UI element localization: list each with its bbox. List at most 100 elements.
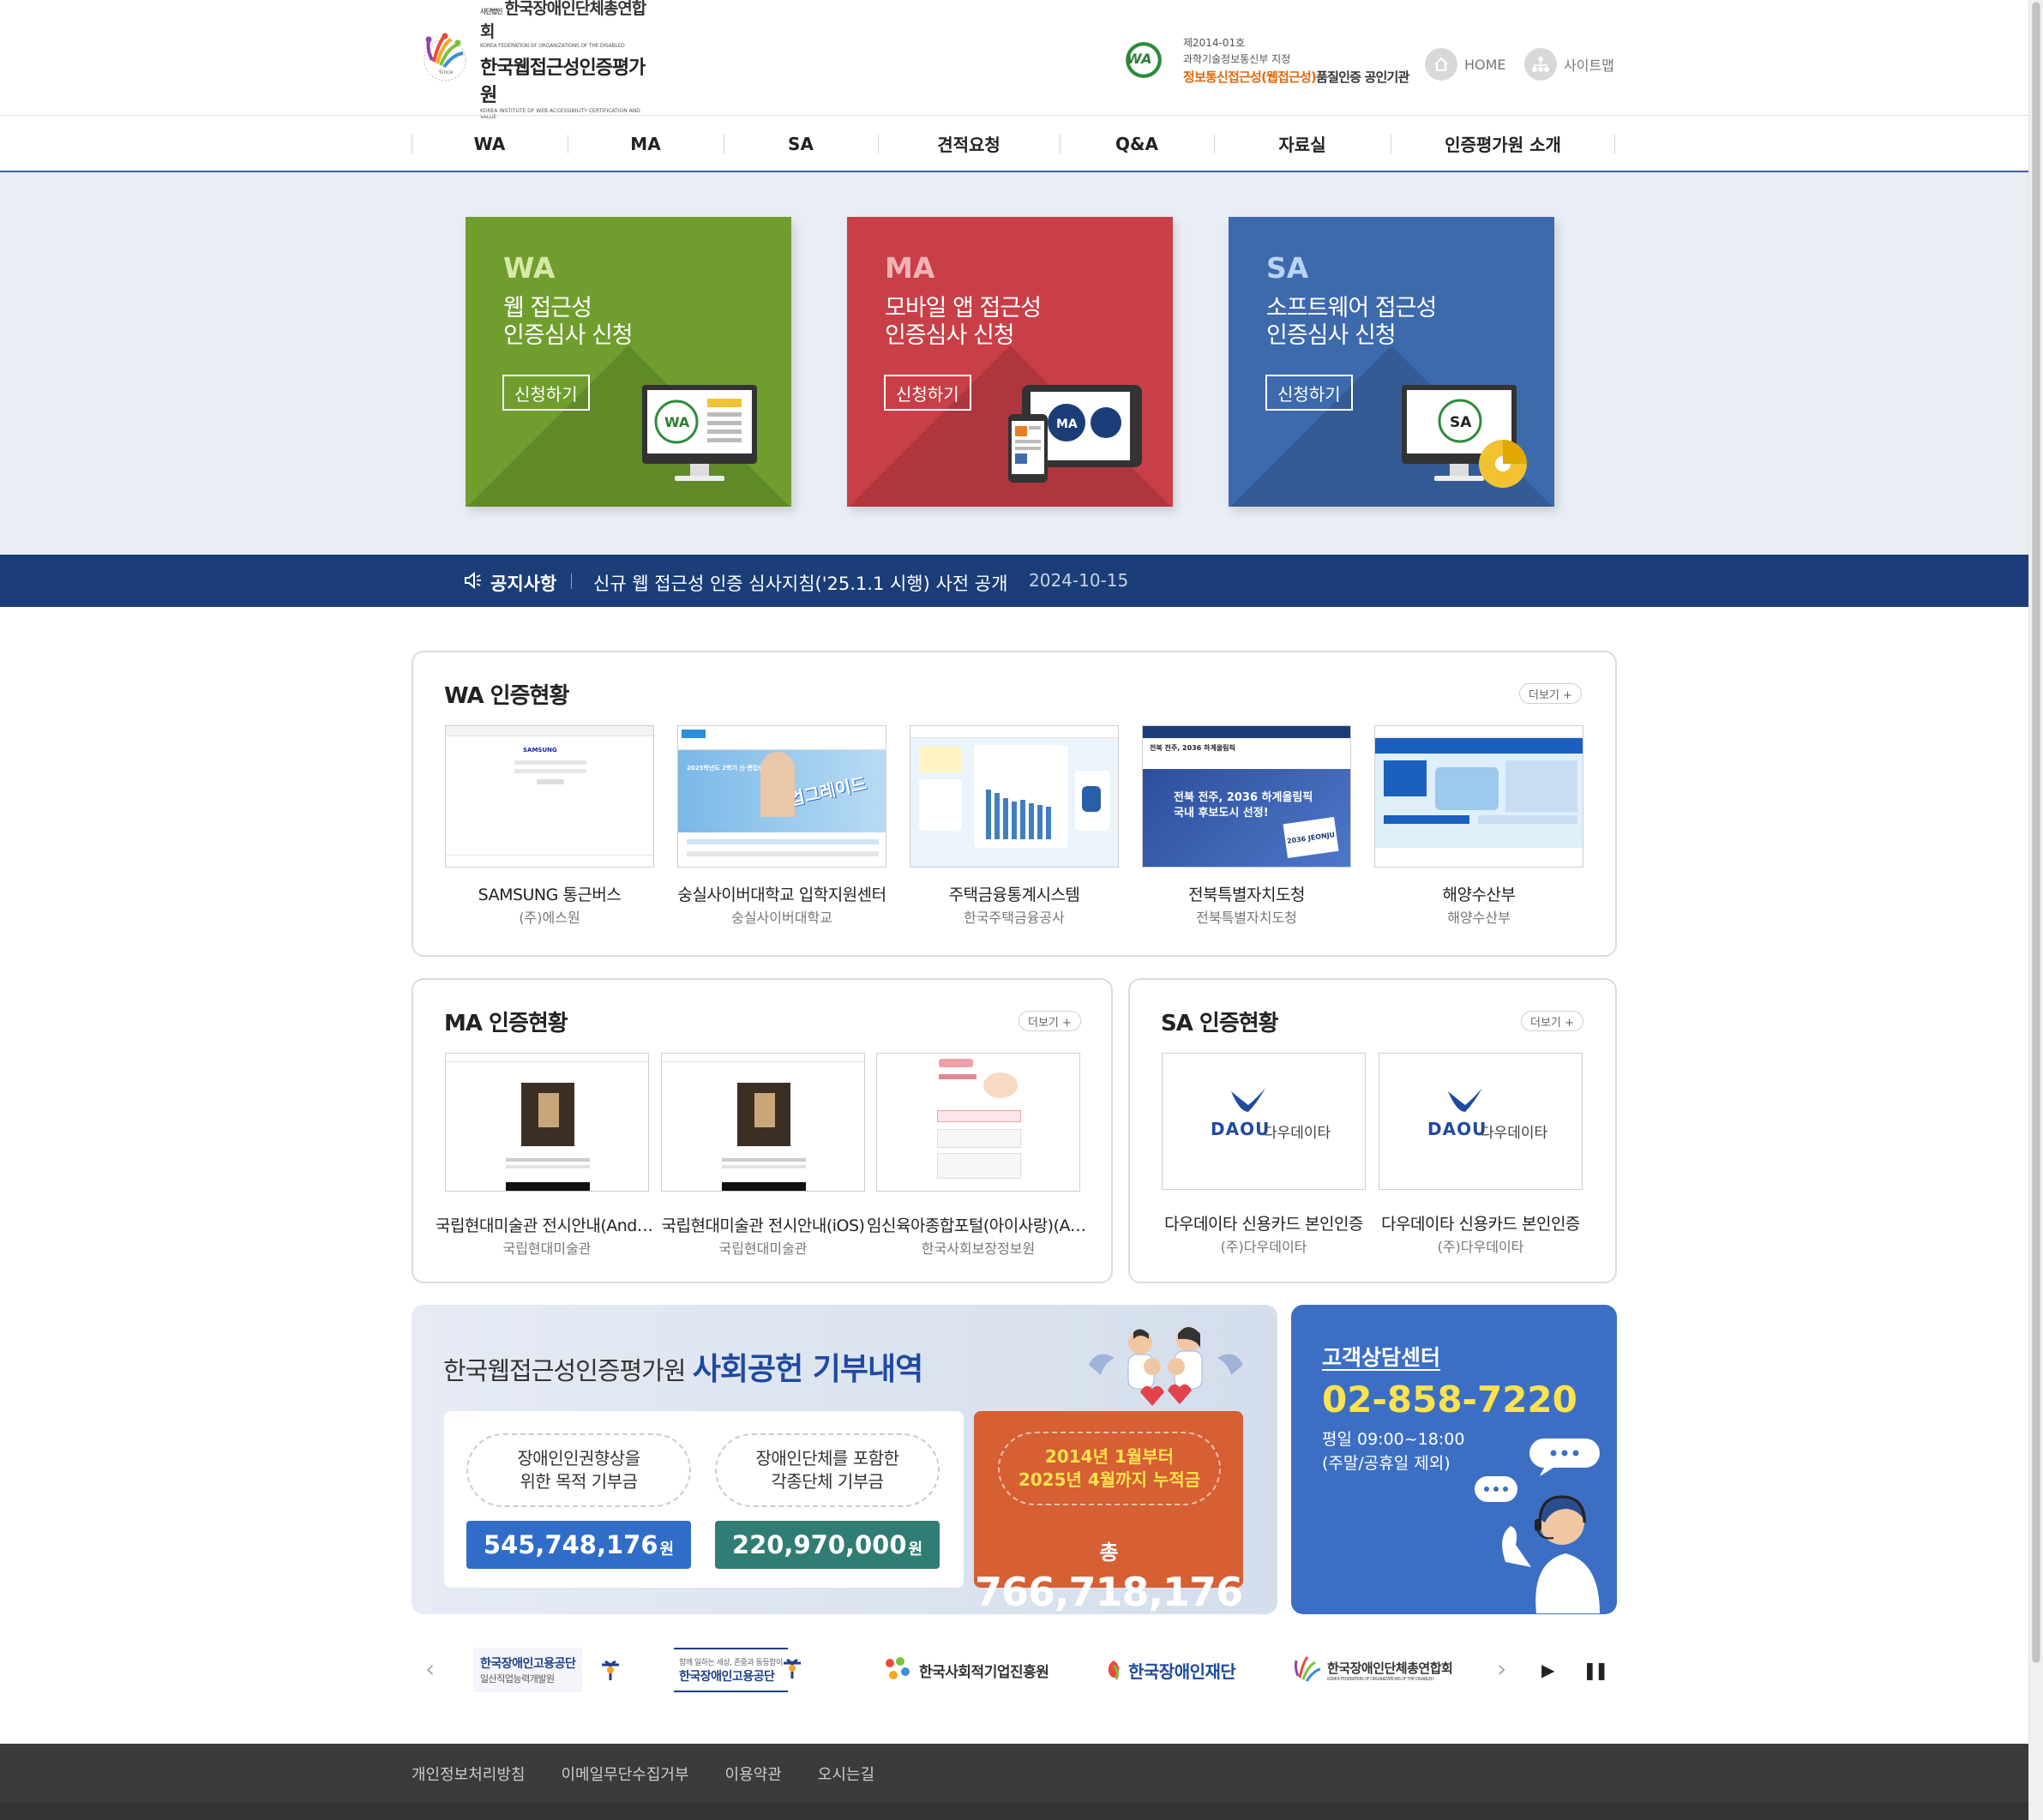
- footer-email-policy-link[interactable]: 이메일무단수집거부: [561, 1763, 688, 1785]
- wa-thumb-jeonbuk[interactable]: 전북 전주, 2036 하계올림픽 전북 전주, 2036 하계올림픽 국내 후…: [1142, 725, 1351, 868]
- sa-item-name[interactable]: 다우데이타 신용카드 본인인증: [1152, 1211, 1375, 1234]
- wa-item-name[interactable]: 해양수산부: [1367, 882, 1590, 905]
- partner-logo-kodaf[interactable]: 한국장애인단체총연합회 KOREA FEDERATION OF ORGANIZA…: [1291, 1648, 1453, 1692]
- card-code: MA: [885, 251, 935, 285]
- donation-section: 한국웹접근성인증평가원 사회공헌 기부내역 장애인인권향상을 위한 목적 기부금…: [412, 1305, 1277, 1614]
- partner-logo-kdf[interactable]: 한국장애인재단: [1103, 1648, 1236, 1692]
- customer-center-title[interactable]: 고객상담센터: [1322, 1341, 1440, 1372]
- site-logo[interactable]: Since 사단법인 한국장애인단체총연합회 KOREA FEDERATION O…: [417, 0, 648, 120]
- footer-privacy-link[interactable]: 개인정보처리방침: [412, 1763, 525, 1785]
- ma-apply-card[interactable]: MA 모바일 앱 접근성 인증심사 신청 신청하기 MA: [847, 217, 1173, 507]
- cert-line3-a: 정보통신접근성(웹접근성): [1183, 69, 1317, 85]
- logo-line2: 한국웹접근성인증평가원: [480, 57, 646, 106]
- ma-item-name[interactable]: 임신육아종합포털(아이사랑)(Android): [867, 1213, 1090, 1236]
- kead-emblem-icon: [602, 1660, 619, 1680]
- notice-title-link[interactable]: 신규 웹 접근성 인증 심사지침('25.1.1 시행) 사전 공개: [593, 570, 1007, 596]
- scrollbar-thumb[interactable]: [2032, 2, 2040, 1663]
- play-button[interactable]: ▶: [1541, 1660, 1554, 1680]
- page-scrollbar[interactable]: [2028, 0, 2043, 1820]
- ma-thumb-mmca-android[interactable]: [445, 1053, 649, 1192]
- ma-item-name[interactable]: 국립현대미술관 전시안내(iOS): [652, 1213, 874, 1236]
- sa-item-name[interactable]: 다우데이타 신용카드 본인인증: [1369, 1211, 1592, 1234]
- partner-sub: 함께 일하는 세상, 존중과 동등함이: [679, 1658, 783, 1667]
- sa-more-button[interactable]: 더보기 +: [1521, 1011, 1583, 1031]
- kodaf-emblem-icon: [1294, 1656, 1321, 1682]
- pause-button[interactable]: ❚❚: [1583, 1660, 1608, 1680]
- donation-total-period: 2014년 1월부터 2025년 4월까지 누적금: [998, 1432, 1221, 1505]
- kead-emblem-icon: [784, 1658, 801, 1679]
- sitemap-link[interactable]: 사이트맵: [1524, 48, 1614, 81]
- partner-next-button[interactable]: ›: [1497, 1655, 1506, 1683]
- sa-apply-card[interactable]: SA 소프트웨어 접근성 인증심사 신청 신청하기 SA: [1229, 217, 1554, 507]
- family-illustration-icon: [1089, 1327, 1243, 1406]
- daou-logo-icon: [1231, 1088, 1265, 1112]
- daou-logo: DAOU: [1427, 1119, 1487, 1139]
- ma-more-button[interactable]: 더보기 +: [1018, 1011, 1081, 1031]
- donation-total-line1: 2014년 1월부터: [1044, 1446, 1175, 1467]
- donation-title-a: 한국웹접근성인증평가원: [443, 1356, 686, 1385]
- partner-name: 한국장애인고용공단: [480, 1657, 576, 1671]
- wa-item-name[interactable]: 전북특별자치도청: [1135, 882, 1358, 905]
- wa-apply-card[interactable]: WA 웹 접근성 인증심사 신청 신청하기 WA: [466, 217, 791, 507]
- wa-thumb-samsung[interactable]: SAMSUNG: [445, 725, 654, 868]
- donation-category-2: 장애인단체를 포함한 각종단체 기부금: [715, 1433, 940, 1507]
- card-code: WA: [503, 251, 556, 285]
- cert-line1: 제2014-01호: [1183, 36, 1246, 49]
- sa-apply-button[interactable]: 신청하기: [1265, 375, 1353, 411]
- donation-total-amount: 총766,718,176원: [974, 1523, 1243, 1614]
- partner-prev-button[interactable]: ‹: [425, 1655, 435, 1683]
- wa-item-name[interactable]: 주택금융통계시스템: [903, 882, 1126, 905]
- ma-thumb-childcare[interactable]: [876, 1053, 1080, 1192]
- call-center-agent-icon: [1475, 1439, 1600, 1613]
- logo-small: 사단법인: [480, 7, 502, 15]
- logo-emblem-icon: Since: [417, 29, 473, 86]
- sa-thumb-daou-1[interactable]: DAOU 다우데이타: [1162, 1053, 1366, 1190]
- nav-item-sa[interactable]: SA: [724, 116, 878, 171]
- donation-total-line2: 2025년 4월까지 누적금: [1018, 1469, 1201, 1490]
- sa-status-panel: SA 인증현황 더보기 + DAOU 다우데이타 다우데이타 신용카드 본인인증…: [1128, 978, 1617, 1283]
- nav-item-ma[interactable]: MA: [568, 116, 724, 171]
- partner-logo-kosea[interactable]: 한국사회적기업진흥원: [880, 1648, 1049, 1692]
- nav-item-library[interactable]: 자료실: [1214, 116, 1391, 171]
- nav-item-quote[interactable]: 견적요청: [878, 116, 1060, 171]
- nav-item-wa[interactable]: WA: [412, 116, 568, 171]
- wa-item-name[interactable]: SAMSUNG 통근버스: [438, 882, 661, 905]
- nav-item-about[interactable]: 인증평가원 소개: [1391, 116, 1615, 171]
- svg-text:Since: Since: [439, 69, 454, 75]
- sa-thumb-daou-2[interactable]: DAOU 다우데이타: [1379, 1053, 1583, 1190]
- wa-more-button[interactable]: 더보기 +: [1519, 683, 1582, 704]
- ma-status-panel: MA 인증현황 더보기 + 국립현대미술관 전시안내(Android) 국립현대…: [412, 978, 1113, 1283]
- notice-bar: 공지사항 신규 웹 접근성 인증 심사지침('25.1.1 시행) 사전 공개 …: [0, 555, 2028, 607]
- sitemap-label: 사이트맵: [1564, 57, 1614, 74]
- wa-thumb-kcu[interactable]: 2025학년도 2학기 신·편입생 모집 업그레이드: [677, 725, 886, 868]
- partner-name: 한국장애인재단: [1128, 1661, 1236, 1682]
- partner-name: 한국장애인고용공단: [679, 1669, 775, 1684]
- home-icon: [1425, 48, 1457, 81]
- partner-logo-slider: ‹ 한국장애인고용공단 일산직업능력개발원 함께 일하는 세상, 존중과 동등함…: [412, 1636, 1617, 1704]
- nav-item-qna[interactable]: Q&A: [1060, 116, 1214, 171]
- sa-item-org: (주)다우데이타: [1220, 1239, 1307, 1255]
- wa-apply-button[interactable]: 신청하기: [502, 375, 590, 411]
- footer-directions-link[interactable]: 오시는길: [818, 1763, 874, 1785]
- jeonbuk-banner-1: 전북 전주, 2036 하계올림픽: [1174, 791, 1313, 804]
- ma-item-name[interactable]: 국립현대미술관 전시안내(Android): [436, 1213, 658, 1236]
- wa-thumb-mof[interactable]: [1374, 725, 1583, 868]
- card-title-2: 인증심사 신청: [503, 322, 634, 349]
- footer-terms-link[interactable]: 이용약관: [725, 1763, 782, 1785]
- wa-thumb-hf[interactable]: [910, 725, 1119, 868]
- hero-section: WA 웹 접근성 인증심사 신청 신청하기 WA MA 모바일 앱 접근성 인증…: [0, 172, 2028, 555]
- partner-logo-kead-ilsan[interactable]: 한국장애인고용공단 일산직업능력개발원: [473, 1648, 583, 1692]
- home-label: HOME: [1464, 56, 1506, 73]
- partner-logo-kead[interactable]: 함께 일하는 세상, 존중과 동등함이 한국장애인고용공단: [674, 1648, 788, 1692]
- wa-item-org: 해양수산부: [1447, 910, 1511, 926]
- wa-status-panel: WA 인증현황 더보기 + SAMSUNG SAMSUNG 통근버스 (주)에스…: [412, 651, 1617, 957]
- donation-category-2-line1: 장애인단체를 포함한: [755, 1448, 899, 1469]
- ma-thumb-mmca-ios[interactable]: [661, 1053, 865, 1192]
- won-unit: 원: [908, 1541, 923, 1559]
- ma-apply-button[interactable]: 신청하기: [884, 375, 971, 411]
- site-footer: 개인정보처리방침 이메일무단수집거부 이용약관 오시는길: [0, 1744, 2028, 1820]
- home-link[interactable]: HOME: [1425, 48, 1506, 81]
- notice-label: 공지사항: [490, 574, 557, 594]
- wa-item-name[interactable]: 숭실사이버대학교 입학지원센터: [670, 882, 893, 905]
- kdf-emblem-icon: [1108, 1661, 1120, 1680]
